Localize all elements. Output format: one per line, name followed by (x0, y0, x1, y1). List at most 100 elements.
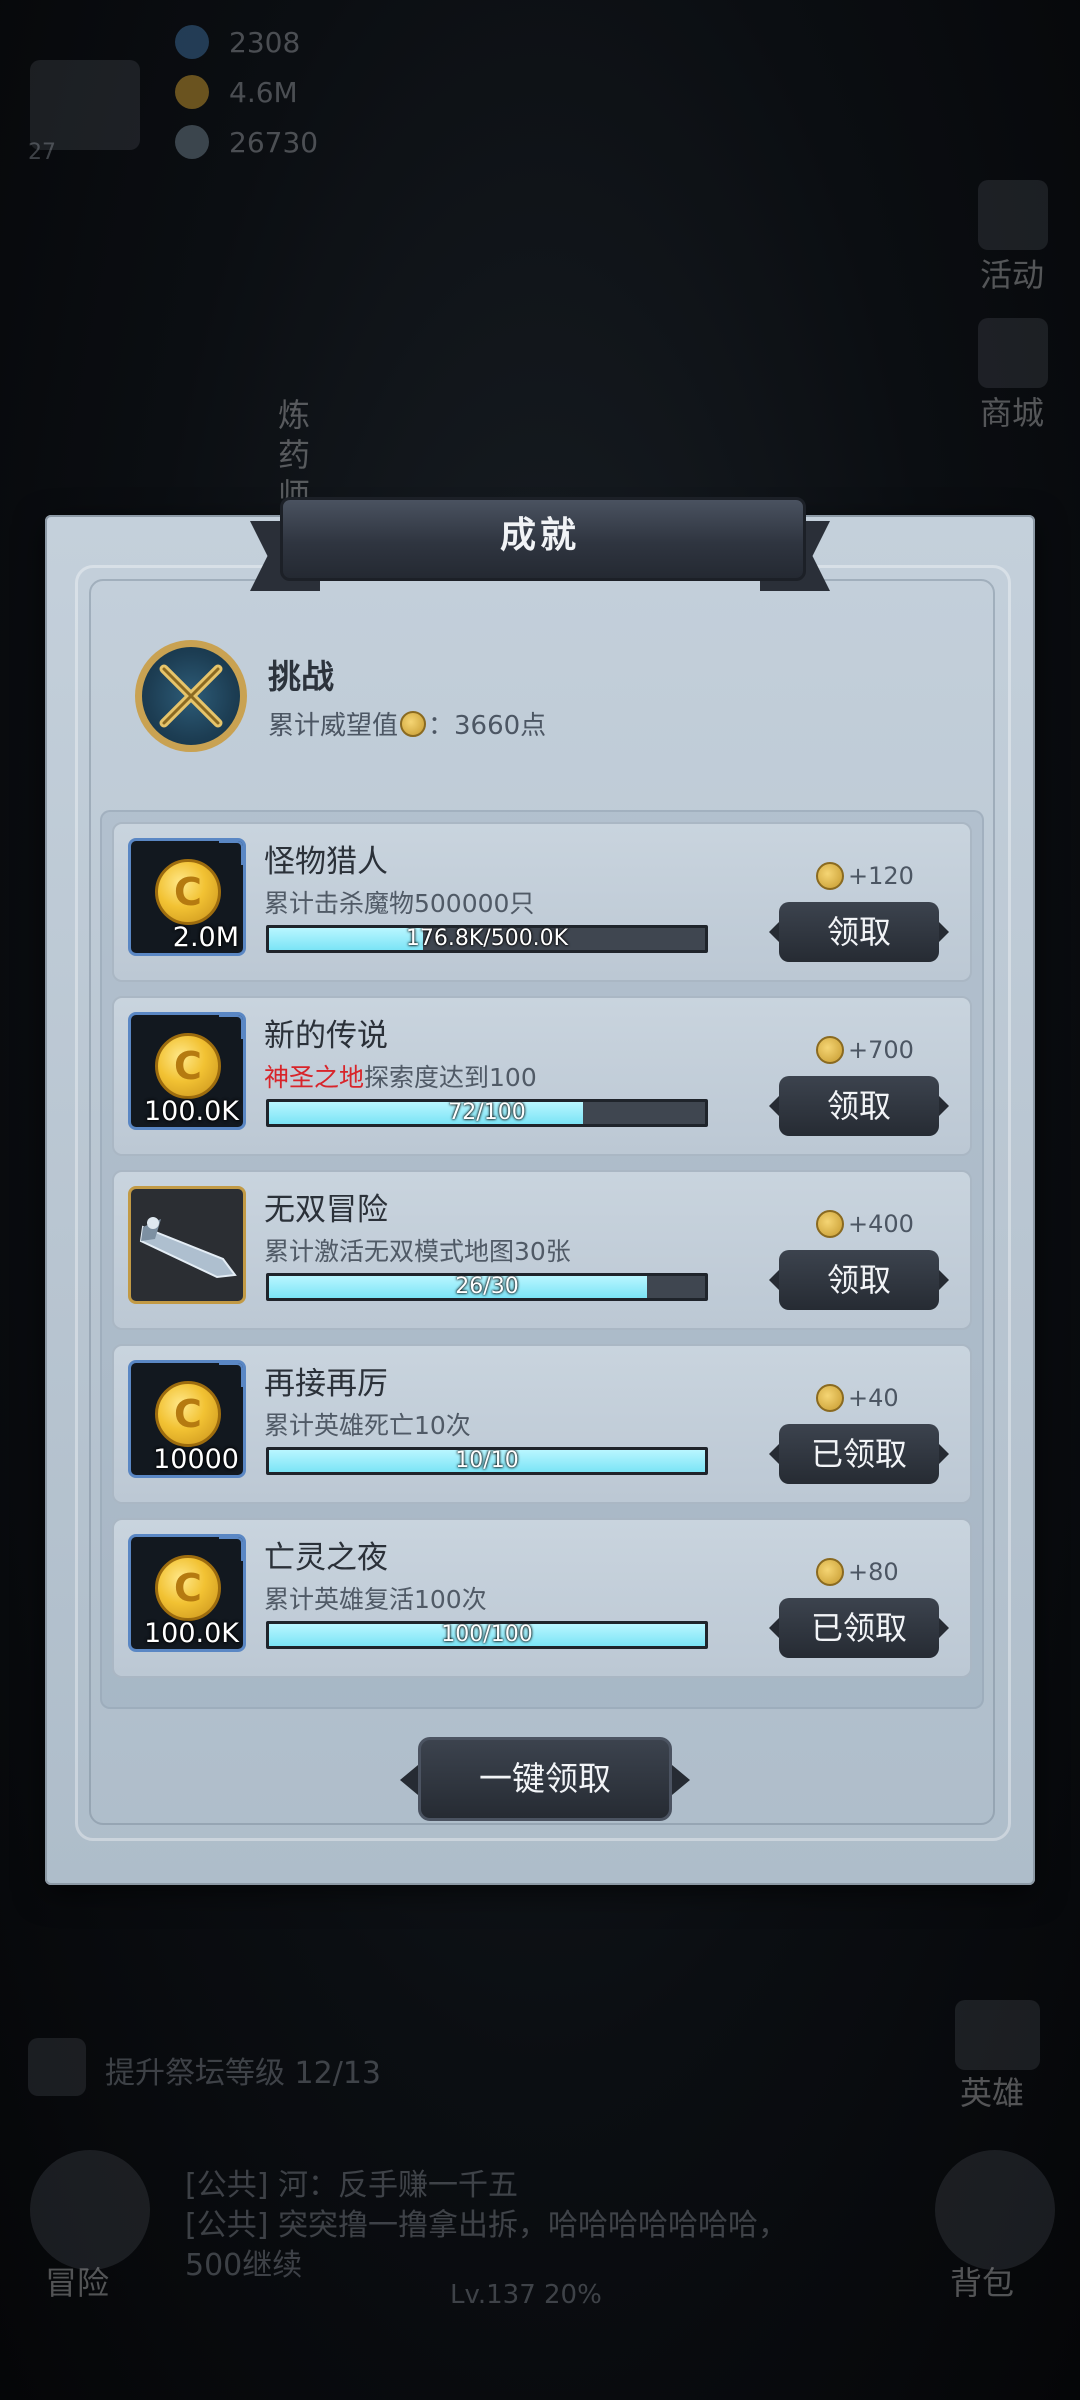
adventure-label: 冒险 (45, 2264, 110, 2302)
achievement-desc: 累计英雄死亡10次 (264, 1406, 471, 1442)
prestige-reward: +120 (814, 862, 934, 890)
reward-thumb: C 100.0K (128, 1534, 246, 1652)
claim-all-button[interactable]: 一键领取 (400, 1737, 690, 1827)
desc-text: 探索度达到100 (364, 1063, 537, 1092)
soul-resource: 26730 (175, 122, 318, 162)
reward-value: +80 (848, 1558, 899, 1586)
hero-label: 英雄 (960, 2074, 1025, 2112)
task-text: 提升祭坛等级 12/13 (105, 2056, 381, 2091)
claim-label: 已领取 (810, 1435, 907, 1473)
corner-mark (219, 1537, 243, 1561)
player-avatar (30, 60, 140, 150)
claimed-button[interactable]: 已领取 (769, 1424, 949, 1484)
reward-thumb: C 2.0M (128, 838, 246, 956)
prestige-icon (816, 1558, 844, 1586)
claim-label: 已领取 (810, 1609, 907, 1647)
modal-title: 成就 (499, 515, 580, 556)
reward-value: +400 (848, 1210, 914, 1238)
activity-icon (978, 180, 1048, 250)
prestige-reward: +400 (814, 1210, 934, 1238)
progress-text: 10/10 (455, 1448, 519, 1473)
progress-bar: 176.8K/500.0K (266, 925, 708, 953)
chat-line-2: [公共] 突突撸一撸拿出拆，哈哈哈哈哈哈哈， (185, 2208, 788, 2243)
achievement-desc: 神圣之地探索度达到100 (264, 1058, 537, 1094)
desc-text: 累计激活无双模式地图30张 (264, 1237, 571, 1266)
gold-count: 4.6M (229, 75, 298, 109)
bag-label: 背包 (950, 2264, 1015, 2302)
crossed-swords-icon (135, 640, 247, 752)
reward-thumb: C 100.0K (128, 1012, 246, 1130)
prestige-label: 累计威望值 (268, 711, 399, 741)
reward-value: +40 (848, 1384, 899, 1412)
desc-text: 累计击杀魔物500000只 (264, 889, 535, 918)
corner-mark (219, 841, 243, 865)
achievement-title: 无双冒险 (264, 1192, 388, 1228)
prestige-icon (400, 710, 427, 737)
soul-icon (175, 125, 209, 159)
chat-line-1: [公共] 河：反手赚一千五 (185, 2168, 518, 2203)
gold-coin-icon: C (155, 1381, 221, 1447)
achievement-row: C 2.0M 怪物猎人 累计击杀魔物500000只 176.8K/500.0K … (112, 822, 972, 982)
achievement-modal: 成就 挑战 累计威望值 ：3660点 C 2.0M 怪物猎人 累计击杀魔物500… (45, 497, 1035, 1885)
category-name: 挑战 (268, 657, 334, 696)
claim-button[interactable]: 领取 (769, 1250, 949, 1310)
achievement-row: C 10000 再接再厉 累计英雄死亡10次 10/10 +40 已领取 (112, 1344, 972, 1504)
reward-thumb (128, 1186, 246, 1304)
achievement-title: 再接再厉 (264, 1366, 388, 1402)
reward-thumb: C 10000 (128, 1360, 246, 1478)
achievement-desc: 累计英雄复活100次 (264, 1580, 487, 1616)
claim-label: 领取 (826, 1261, 891, 1299)
prestige-reward: +40 (814, 1384, 934, 1412)
prestige-value: ：3660点 (428, 711, 547, 741)
prestige-total: 累计威望值 ：3660点 (268, 705, 546, 742)
achievement-title: 亡灵之夜 (264, 1540, 388, 1576)
desc-text: 累计英雄死亡10次 (264, 1411, 471, 1440)
reward-value: +120 (848, 862, 914, 890)
prestige-reward: +700 (814, 1036, 934, 1064)
hero-icon (955, 2000, 1040, 2070)
progress-bar: 26/30 (266, 1273, 708, 1301)
gold-icon (175, 75, 209, 109)
claimed-button[interactable]: 已领取 (769, 1598, 949, 1658)
progress-text: 100/100 (441, 1622, 533, 1647)
adventure-icon (30, 2150, 150, 2270)
progress-bar: 72/100 (266, 1099, 708, 1127)
claim-all-label: 一键领取 (479, 1759, 611, 1798)
gold-coin-icon: C (155, 1555, 221, 1621)
progress-text: 26/30 (455, 1274, 519, 1299)
achievement-row: C 100.0K 新的传说 神圣之地探索度达到100 72/100 +700 领… (112, 996, 972, 1156)
gold-coin-icon: C (155, 1033, 221, 1099)
progress-bar: 10/10 (266, 1447, 708, 1475)
prestige-icon (816, 1210, 844, 1238)
bag-icon (935, 2150, 1055, 2270)
achievement-title: 怪物猎人 (264, 844, 388, 880)
prestige-icon (816, 1384, 844, 1412)
progress-bar: 100/100 (266, 1621, 708, 1649)
gold-resource: 4.6M (175, 72, 298, 112)
player-level-small: 27 (28, 140, 56, 165)
achievement-list[interactable]: C 2.0M 怪物猎人 累计击杀魔物500000只 176.8K/500.0K … (100, 810, 984, 1709)
reward-amount: 10000 (153, 1444, 239, 1475)
claim-label: 领取 (826, 1087, 891, 1125)
shop-icon (978, 318, 1048, 388)
desc-highlight: 神圣之地 (264, 1063, 365, 1092)
claim-button[interactable]: 领取 (769, 1076, 949, 1136)
activity-label: 活动 (980, 256, 1045, 294)
progress-text: 176.8K/500.0K (405, 926, 569, 951)
achievement-desc: 累计激活无双模式地图30张 (264, 1232, 571, 1268)
gem-count: 2308 (229, 25, 301, 59)
reward-amount: 100.0K (143, 1096, 239, 1127)
task-icon (28, 2038, 86, 2096)
reward-value: +700 (848, 1036, 914, 1064)
claim-button[interactable]: 领取 (769, 902, 949, 962)
progress-text: 72/100 (448, 1100, 526, 1125)
achievement-row: 无双冒险 累计激活无双模式地图30张 26/30 +400 领取 (112, 1170, 972, 1330)
sword-icon (139, 1217, 237, 1279)
achievement-desc: 累计击杀魔物500000只 (264, 884, 534, 920)
corner-mark (219, 1015, 243, 1039)
prestige-icon (816, 862, 844, 890)
reward-amount: 2.0M (172, 922, 239, 953)
achievement-title: 新的传说 (264, 1018, 388, 1054)
chat-line-3: 500继续 (185, 2248, 303, 2283)
gold-coin-icon: C (155, 859, 221, 925)
